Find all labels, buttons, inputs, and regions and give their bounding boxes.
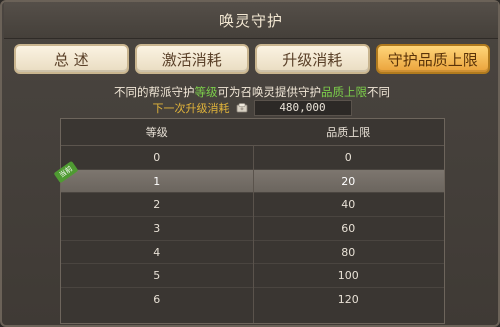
cell-quality: 100 <box>337 269 359 283</box>
cell-quality: 0 <box>344 150 352 164</box>
header-level: 等级 <box>145 126 168 139</box>
tab-activation-cost[interactable]: 激活消耗 <box>134 44 249 74</box>
cell-quality: 80 <box>341 245 356 259</box>
table-header: 等级 品质上限 <box>61 119 444 146</box>
cell-level: 1 <box>153 174 161 188</box>
cell-level: 5 <box>153 269 161 283</box>
quality-cap-table: 等级 品质上限 0 0 1 20 2 40 3 60 4 80 5 100 6 <box>53 118 445 324</box>
cell-quality: 40 <box>341 198 356 212</box>
cell-level: 6 <box>153 292 161 306</box>
cost-label: 下一次升级消耗 <box>152 102 230 115</box>
cell-quality: 20 <box>341 174 356 188</box>
cell-quality: 60 <box>341 221 356 235</box>
tab-overview[interactable]: 总 述 <box>14 44 129 74</box>
tab-upgrade-cost[interactable]: 升级消耗 <box>255 44 370 74</box>
desc-part1: 不同的帮派守护 <box>114 85 195 99</box>
desc-part2: 可为召唤灵提供守护 <box>217 85 322 99</box>
cell-level: 3 <box>153 221 161 235</box>
cost-value: 480,000 <box>253 100 352 116</box>
window-title: 唤灵守护 <box>218 11 283 30</box>
cell-level: 4 <box>153 245 161 259</box>
desc-highlight-quality: 品质上限 <box>321 85 367 99</box>
title-bar: 唤灵守护 <box>4 2 498 39</box>
column-divider <box>253 145 254 323</box>
cell-level: 0 <box>153 150 161 164</box>
tab-bar: 总 述 激活消耗 升级消耗 守护品质上限 <box>14 44 490 76</box>
description-text: 不同的帮派守护等级可为召唤灵提供守护品质上限不同 <box>2 84 500 100</box>
cell-level: 2 <box>153 198 161 212</box>
coin-icon <box>236 102 248 114</box>
cell-quality: 120 <box>337 292 359 306</box>
guardian-panel: 唤灵守护 总 述 激活消耗 升级消耗 守护品质上限 不同的帮派守护等级可为召唤灵… <box>0 0 500 327</box>
tab-quality-cap[interactable]: 守护品质上限 <box>375 44 490 74</box>
next-upgrade-cost: 下一次升级消耗 480,000 <box>2 100 500 116</box>
header-quality-cap: 品质上限 <box>326 126 371 139</box>
desc-part3: 不同 <box>367 85 390 99</box>
desc-highlight-level: 等级 <box>194 85 218 99</box>
